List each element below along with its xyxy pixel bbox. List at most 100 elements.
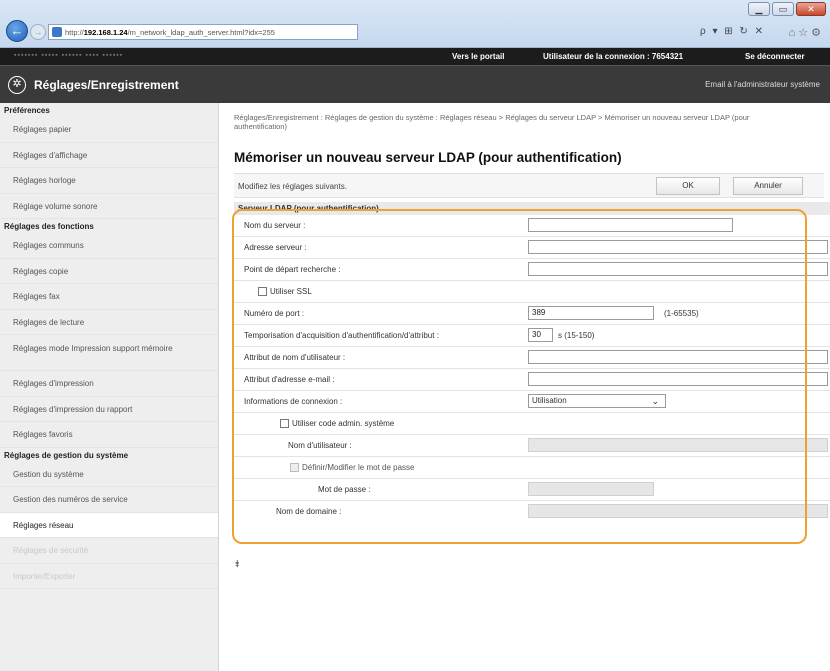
browser-chrome: ▁ ▭ ✕ ← → http://192.168.1.24/m_network_… xyxy=(0,0,830,48)
timeout-range: s (15-150) xyxy=(558,331,595,340)
login-info-label: Informations de connexion : xyxy=(244,397,343,406)
settings-gear-icon[interactable]: ⚙ xyxy=(811,27,824,39)
row-server-name: Nom du serveur : xyxy=(234,215,830,237)
settings-logo-icon: ✲ xyxy=(8,76,26,94)
port-label: Numéro de port : xyxy=(244,309,305,318)
sidebar-item-display[interactable]: Réglages d'affichage xyxy=(0,143,218,168)
back-to-top-icon[interactable]: ⯒ xyxy=(235,557,239,574)
instruction-bar: Modifiez les réglages suivants. OK Annul… xyxy=(234,173,824,198)
sidebar-item-memory-print[interactable]: Réglages mode Impression support mémoire xyxy=(0,335,218,371)
title-bar: ✲ Réglages/Enregistrement Email à l'admi… xyxy=(0,65,830,103)
password-label: Mot de passe : xyxy=(318,485,371,494)
row-password: Mot de passe : xyxy=(234,479,830,501)
row-login-info: Informations de connexion : Utilisation … xyxy=(234,391,830,413)
set-password-label: Définir/Modifier le mot de passe xyxy=(302,463,415,472)
username-input[interactable] xyxy=(528,438,828,452)
sidebar-item-report-print[interactable]: Réglages d'impression du rapport xyxy=(0,397,218,422)
sidebar-section-functions: Réglages des fonctions xyxy=(4,222,94,231)
timeout-label: Temporisation d'acquisition d'authentifi… xyxy=(244,331,439,340)
sidebar-section-system: Réglages de gestion du système xyxy=(4,450,129,460)
page-icon xyxy=(52,27,62,37)
sidebar-item-fax[interactable]: Réglages fax xyxy=(0,284,218,310)
row-search-root: Point de départ recherche : xyxy=(234,259,830,281)
top-bar: ▪▪▪▪▪▪▪ ▪▪▪▪▪ ▪▪▪▪▪▪ ▪▪▪▪ ▪▪▪▪▪▪ Vers le… xyxy=(0,48,830,65)
logout-link[interactable]: Se déconnecter xyxy=(745,52,805,61)
domain-input[interactable] xyxy=(528,504,828,518)
sidebar-item-favorites[interactable]: Réglages favoris xyxy=(0,422,218,448)
main-content: Réglages/Enregistrement : Réglages de ge… xyxy=(220,103,830,671)
forward-arrow-icon[interactable]: → xyxy=(30,24,46,40)
cancel-button[interactable]: Annuler xyxy=(733,177,803,195)
email-attr-label: Attribut d'adresse e-mail : xyxy=(244,375,335,384)
portal-link[interactable]: Vers le portail xyxy=(452,52,504,61)
set-password-checkbox[interactable] xyxy=(290,463,299,472)
row-email-attr: Attribut d'adresse e-mail : xyxy=(234,369,830,391)
chevron-down-icon: ⌄ xyxy=(651,396,659,406)
login-info-select[interactable]: Utilisation ⌄ xyxy=(528,394,666,408)
address-tools[interactable]: ρ ▾ ⊞ ↻ ✕ xyxy=(700,26,765,37)
sidebar-item-volume[interactable]: Réglage volume sonore xyxy=(0,194,218,219)
sidebar-item-security[interactable]: Réglages de sécurité xyxy=(0,538,218,564)
server-address-label: Adresse serveur : xyxy=(244,243,307,252)
port-range: (1-65535) xyxy=(664,309,699,318)
domain-label: Nom de domaine : xyxy=(276,507,342,516)
ldap-form: Nom du serveur : Adresse serveur : Point… xyxy=(234,215,830,543)
row-port: Numéro de port : 389 (1-65535) xyxy=(234,303,830,325)
maximize-button[interactable]: ▭ xyxy=(772,2,794,16)
sidebar-section-preferences: Préférences xyxy=(4,106,50,115)
row-username: Nom d'utilisateur : xyxy=(234,435,830,457)
app-title: Réglages/Enregistrement xyxy=(34,78,179,92)
sidebar-item-paper[interactable]: Réglages papier xyxy=(0,117,218,143)
port-input[interactable]: 389 xyxy=(528,306,654,320)
ok-button[interactable]: OK xyxy=(656,177,720,195)
use-ssl-label: Utiliser SSL xyxy=(270,287,312,296)
email-attr-input[interactable] xyxy=(528,372,828,386)
row-admin-code: Utiliser code admin. système xyxy=(234,413,830,435)
browser-tool-icons[interactable]: ⌂☆⚙ xyxy=(789,26,824,39)
row-set-password: Définir/Modifier le mot de passe xyxy=(234,457,830,479)
window-controls: ▁ ▭ ✕ xyxy=(748,2,826,16)
search-root-input[interactable] xyxy=(528,262,828,276)
login-info-value: Utilisation xyxy=(532,396,567,405)
minimize-button[interactable]: ▁ xyxy=(748,2,770,16)
logged-user: Utilisateur de la connexion : 7654321 xyxy=(543,52,684,61)
instruction-text: Modifiez les réglages suivants. xyxy=(238,182,347,191)
sidebar-item-scan[interactable]: Réglages de lecture xyxy=(0,310,218,335)
server-address-input[interactable] xyxy=(528,240,828,254)
breadcrumb: Réglages/Enregistrement : Réglages de ge… xyxy=(234,113,750,131)
timeout-input[interactable]: 30 xyxy=(528,328,553,342)
sidebar: Préférences Réglages papier Réglages d'a… xyxy=(0,103,219,671)
server-name-input[interactable] xyxy=(528,218,733,232)
sidebar-item-network[interactable]: Réglages réseau xyxy=(0,512,218,538)
admin-code-checkbox[interactable] xyxy=(280,419,289,428)
sidebar-item-clock[interactable]: Réglages horloge xyxy=(0,168,218,194)
address-path: /m_network_ldap_auth_server.html?idx=255 xyxy=(127,27,275,37)
row-domain: Nom de domaine : xyxy=(234,501,830,523)
password-input[interactable] xyxy=(528,482,654,496)
sidebar-item-print[interactable]: Réglages d'impression xyxy=(0,371,218,397)
sidebar-item-copy[interactable]: Réglages copie xyxy=(0,259,218,284)
back-arrow-icon[interactable]: ← xyxy=(6,20,28,42)
section-header: Serveur LDAP (pour authentification) xyxy=(234,202,830,215)
username-label: Nom d'utilisateur : xyxy=(288,441,352,450)
use-ssl-checkbox[interactable] xyxy=(258,287,267,296)
row-server-address: Adresse serveur : xyxy=(234,237,830,259)
row-use-ssl: Utiliser SSL xyxy=(234,281,830,303)
email-admin-link[interactable]: Email à l'administrateur système xyxy=(705,80,820,89)
address-prefix: http:// xyxy=(65,27,84,37)
sidebar-item-system-management[interactable]: Gestion du système xyxy=(0,462,218,487)
device-name: ▪▪▪▪▪▪▪ ▪▪▪▪▪ ▪▪▪▪▪▪ ▪▪▪▪ ▪▪▪▪▪▪ xyxy=(14,52,124,59)
user-attr-input[interactable] xyxy=(528,350,828,364)
sidebar-item-service-numbers[interactable]: Gestion des numéros de service xyxy=(0,487,218,513)
home-icon[interactable]: ⌂ xyxy=(789,27,799,39)
sidebar-item-import-export[interactable]: Importer/Exporter xyxy=(0,564,218,589)
address-bar[interactable]: http://192.168.1.24/m_network_ldap_auth_… xyxy=(48,24,358,40)
server-name-label: Nom du serveur : xyxy=(244,221,306,230)
page-title: Mémoriser un nouveau serveur LDAP (pour … xyxy=(234,150,622,165)
favorites-star-icon[interactable]: ☆ xyxy=(798,27,811,39)
sidebar-item-common[interactable]: Réglages communs xyxy=(0,233,218,259)
admin-code-label: Utiliser code admin. système xyxy=(292,419,395,428)
row-user-attr: Attribut de nom d'utilisateur : xyxy=(234,347,830,369)
close-window-button[interactable]: ✕ xyxy=(796,2,826,16)
address-host: 192.168.1.24 xyxy=(83,27,128,37)
